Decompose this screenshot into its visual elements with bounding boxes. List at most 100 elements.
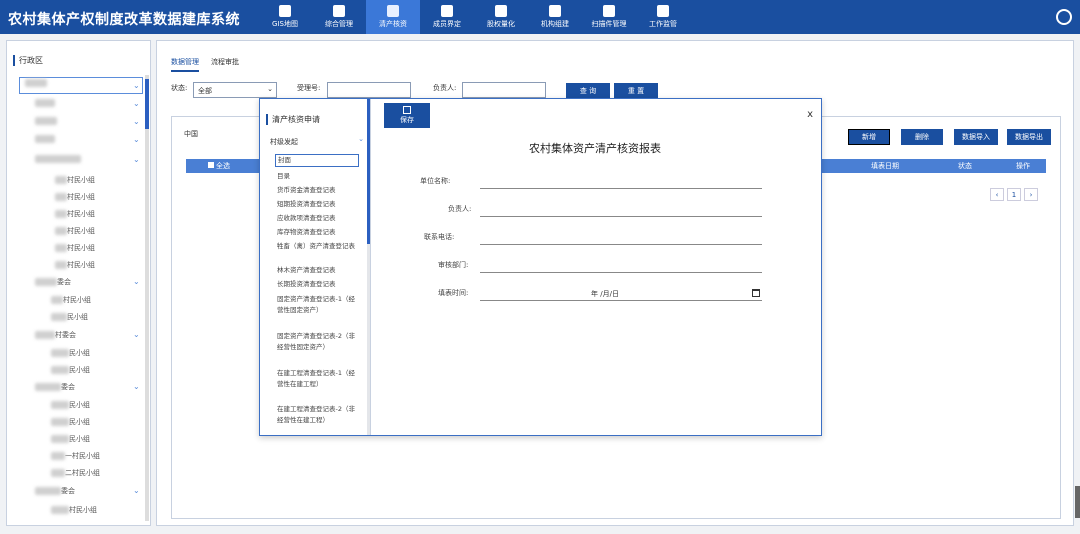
- accept-no-input[interactable]: [327, 82, 411, 98]
- nav-label: 综合管理: [325, 20, 353, 28]
- query-button[interactable]: 查 询: [566, 83, 610, 99]
- tree-item[interactable]: 民小组: [51, 312, 88, 322]
- report-item[interactable]: 牲畜（禽）资产清查登记表: [277, 241, 359, 252]
- user-icon[interactable]: [1056, 9, 1072, 25]
- chevron-down-icon[interactable]: ⌄: [133, 99, 140, 108]
- select-all-checkbox[interactable]: [208, 162, 214, 168]
- tree-item[interactable]: 村民小组: [51, 505, 97, 515]
- report-item[interactable]: 在建工程清查登记表-1（经营性在建工程）: [277, 368, 357, 389]
- tree-item[interactable]: 民小组: [51, 417, 90, 427]
- report-item[interactable]: 林木资产清查登记表: [277, 265, 361, 276]
- owner-input[interactable]: [462, 82, 546, 98]
- nav-scan-management[interactable]: 扫描件管理: [582, 0, 636, 34]
- report-item[interactable]: 货币资金清查登记表: [277, 185, 361, 196]
- report-item[interactable]: 短期投资清查登记表: [277, 199, 361, 210]
- tab-process-approval[interactable]: 流程审批: [211, 57, 239, 72]
- next-page-button[interactable]: ›: [1024, 188, 1038, 201]
- chevron-down-icon[interactable]: ⌄: [133, 155, 140, 164]
- field-fill-date[interactable]: 填表时间: 年 /月/日: [420, 288, 762, 304]
- field-review-dept[interactable]: 审核部门:: [420, 260, 762, 276]
- tree-item[interactable]: 村民小组: [51, 295, 91, 305]
- report-item[interactable]: 固定资产清查登记表-1（经营性固定资产）: [277, 294, 357, 315]
- nav-comprehensive[interactable]: 综合管理: [312, 0, 366, 34]
- nav-equity[interactable]: 股权量化: [474, 0, 528, 34]
- nav-member-definition[interactable]: 成员界定: [420, 0, 474, 34]
- nav-gis-map[interactable]: GIS地图: [258, 0, 312, 34]
- status-select[interactable]: 全部 ⌄: [193, 82, 277, 98]
- status-label: 状态:: [171, 84, 188, 92]
- tree-item[interactable]: 村委会: [35, 330, 76, 340]
- report-item[interactable]: 目录: [277, 171, 361, 182]
- tree-item[interactable]: 村民小组: [55, 209, 95, 219]
- add-button[interactable]: 新增: [848, 129, 890, 145]
- tree-blur: [25, 79, 47, 87]
- report-list-scrollbar[interactable]: [367, 99, 370, 435]
- region-scrollbar[interactable]: [145, 75, 149, 521]
- chevron-down-icon[interactable]: ⌄: [133, 486, 140, 495]
- delete-button[interactable]: 删除: [901, 129, 943, 145]
- calendar-icon[interactable]: [752, 289, 760, 297]
- chevron-down-icon: ⌄: [358, 135, 364, 143]
- select-all-label: 全选: [216, 162, 230, 170]
- tree-item[interactable]: 村民小组: [55, 192, 95, 202]
- col-fill-date: 填表日期: [871, 162, 899, 170]
- main-nav: GIS地图 综合管理 清产核资 成员界定 股权量化 机构组建 扫描件管理 工作监…: [258, 0, 690, 34]
- reset-button[interactable]: 重 置: [614, 83, 658, 99]
- field-owner[interactable]: 负责人:: [420, 204, 762, 220]
- app-title: 农村集体产权制度改革数据建库系统: [8, 12, 240, 28]
- tree-item[interactable]: 村民小组: [55, 175, 95, 185]
- field-unit-name[interactable]: 单位名称:: [420, 176, 762, 192]
- tree-item[interactable]: 委会: [35, 486, 75, 496]
- nav-organization[interactable]: 机构组建: [528, 0, 582, 34]
- report-item[interactable]: 固定资产清查登记表-2（非经营性固定资产）: [277, 331, 357, 352]
- tree-blur: [35, 99, 55, 107]
- prev-page-button[interactable]: ‹: [990, 188, 1004, 201]
- tree-item[interactable]: 一村民小组: [51, 451, 100, 461]
- tree-item[interactable]: 民小组: [51, 400, 90, 410]
- side-edge-tab[interactable]: [1075, 486, 1080, 518]
- nav-supervision[interactable]: 工作监管: [636, 0, 690, 34]
- nav-label: 股权量化: [487, 20, 515, 28]
- report-item[interactable]: 在建工程清查登记表-2（非经营性在建工程）: [277, 404, 357, 425]
- tree-item[interactable]: 委会: [35, 382, 75, 392]
- tree-item[interactable]: 二村民小组: [51, 468, 100, 478]
- col-status: 状态: [958, 162, 972, 170]
- tree-item[interactable]: 村民小组: [55, 226, 95, 236]
- report-item[interactable]: 长期投资清查登记表: [277, 279, 361, 290]
- tree-item[interactable]: 村民小组: [55, 260, 95, 270]
- tree-item[interactable]: 民小组: [51, 365, 90, 375]
- tree-item[interactable]: 委会: [35, 277, 71, 287]
- save-icon: [403, 106, 411, 114]
- region-panel: 行政区 ⌄ ⌄ ⌄ ⌄ ⌄ ⌄ ⌄ ⌄ ⌄ 村民小组 村民小组 村民小组 村民小…: [6, 40, 151, 526]
- chevron-down-icon[interactable]: ⌄: [133, 277, 140, 286]
- tree-item[interactable]: 村民小组: [55, 243, 95, 253]
- grid-icon: [333, 5, 345, 17]
- tree-blur: [35, 155, 81, 163]
- nav-asset-verification[interactable]: 清产核资: [366, 0, 420, 34]
- chevron-down-icon: ⌄: [267, 85, 273, 93]
- chevron-down-icon[interactable]: ⌄: [133, 81, 140, 90]
- medal-icon: [495, 5, 507, 17]
- tree-item[interactable]: 民小组: [51, 434, 90, 444]
- tree-blur: [35, 135, 55, 143]
- save-button[interactable]: 保存: [384, 103, 430, 128]
- region-label: 中国: [184, 130, 198, 138]
- chevron-down-icon[interactable]: ⌄: [133, 330, 140, 339]
- initiator-dropdown[interactable]: 村级发起 ⌄: [270, 135, 364, 147]
- report-item-cover[interactable]: 封面: [275, 154, 359, 167]
- chevron-down-icon[interactable]: ⌄: [133, 135, 140, 144]
- tab-data-management[interactable]: 数据管理: [171, 57, 199, 72]
- close-icon[interactable]: x: [807, 109, 813, 120]
- page-number[interactable]: 1: [1007, 188, 1021, 201]
- report-item[interactable]: 应收款项清查登记表: [277, 213, 361, 224]
- monitor-icon: [657, 5, 669, 17]
- chevron-down-icon[interactable]: ⌄: [133, 382, 140, 391]
- users-icon: [441, 5, 453, 17]
- report-item[interactable]: 库存物资清查登记表: [277, 227, 361, 238]
- export-button[interactable]: 数据导出: [1007, 129, 1051, 145]
- tree-item[interactable]: 民小组: [51, 348, 90, 358]
- import-button[interactable]: 数据导入: [954, 129, 998, 145]
- field-phone[interactable]: 联系电话:: [420, 232, 762, 248]
- top-bar: 农村集体产权制度改革数据建库系统 GIS地图 综合管理 清产核资 成员界定 股权…: [0, 0, 1080, 34]
- chevron-down-icon[interactable]: ⌄: [133, 117, 140, 126]
